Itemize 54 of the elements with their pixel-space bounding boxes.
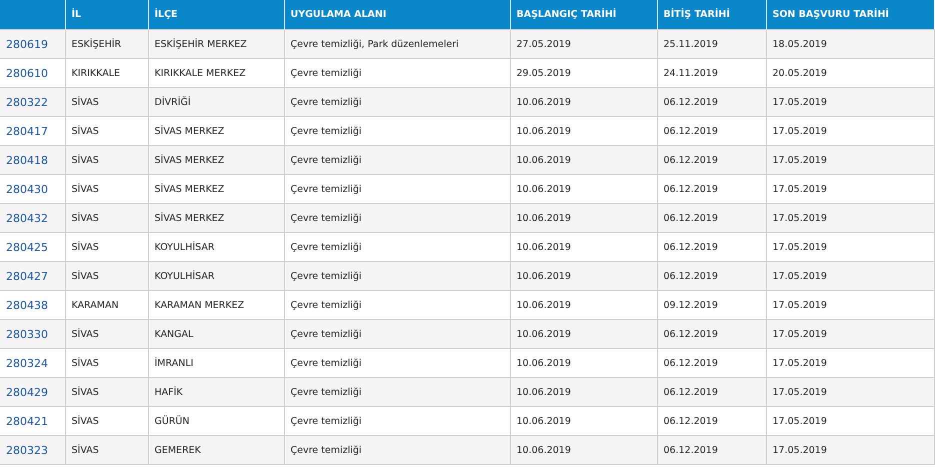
table-cell: 06.12.2019 — [657, 320, 766, 348]
table-cell: Çevre temizliği — [284, 262, 510, 290]
table-cell: 17.05.2019 — [766, 204, 934, 232]
table-cell: SİVAS — [65, 204, 148, 232]
table-cell: SİVAS — [65, 262, 148, 290]
table-cell: 10.06.2019 — [510, 262, 657, 290]
table-cell: Çevre temizliği — [284, 378, 510, 406]
table-cell: SİVAS — [65, 320, 148, 348]
column-header: SON BAŞVURU TARİHİ — [766, 0, 934, 30]
table-cell: Çevre temizliği — [284, 320, 510, 348]
table-cell: Çevre temizliği — [284, 436, 510, 464]
table-cell: 06.12.2019 — [657, 378, 766, 406]
table-cell: 06.12.2019 — [657, 436, 766, 464]
column-header: BİTİŞ TARİHİ — [657, 0, 766, 30]
table-cell: 17.05.2019 — [766, 146, 934, 174]
table-cell: 10.06.2019 — [510, 88, 657, 116]
column-header: İL — [65, 0, 148, 30]
table-cell: Çevre temizliği — [284, 146, 510, 174]
table-cell: KANGAL — [148, 320, 284, 348]
table-cell: KOYULHİSAR — [148, 262, 284, 290]
table-cell: ESKİŞEHİR MERKEZ — [148, 30, 284, 58]
table-cell: SİVAS — [65, 146, 148, 174]
column-header: UYGULAMA ALANI — [284, 0, 510, 30]
column-header: İLÇE — [148, 0, 284, 30]
table-cell: 17.05.2019 — [766, 436, 934, 464]
column-header: BAŞLANGIÇ TARİHİ — [510, 0, 657, 30]
table-cell: Çevre temizliği — [284, 204, 510, 232]
table-cell: 10.06.2019 — [510, 204, 657, 232]
table-cell: 17.05.2019 — [766, 262, 934, 290]
table-cell: 10.06.2019 — [510, 146, 657, 174]
table-cell: 18.05.2019 — [766, 30, 934, 58]
table-cell: Çevre temizliği, Park düzenlemeleri — [284, 30, 510, 58]
table-cell: SİVAS MERKEZ — [148, 204, 284, 232]
table-cell: 06.12.2019 — [657, 88, 766, 116]
table-cell: ESKİŞEHİR — [65, 30, 148, 58]
table-cell: 25.11.2019 — [657, 30, 766, 58]
table-cell: Çevre temizliği — [284, 88, 510, 116]
table-cell: SİVAS — [65, 88, 148, 116]
table-cell: HAFİK — [148, 378, 284, 406]
table-cell: 17.05.2019 — [766, 378, 934, 406]
table-cell: GEMEREK — [148, 436, 284, 464]
table-cell: 27.05.2019 — [510, 30, 657, 58]
table-cell: 17.05.2019 — [766, 88, 934, 116]
table-cell: SİVAS — [65, 378, 148, 406]
table-cell: DİVRİĞİ — [148, 88, 284, 116]
table-cell: 06.12.2019 — [657, 262, 766, 290]
table-cell: 10.06.2019 — [510, 436, 657, 464]
table-cell: 10.06.2019 — [510, 320, 657, 348]
table-cell: 10.06.2019 — [510, 378, 657, 406]
table-cell: 06.12.2019 — [657, 204, 766, 232]
table-cell: 17.05.2019 — [766, 320, 934, 348]
table-cell: 06.12.2019 — [657, 146, 766, 174]
table-cell: SİVAS — [65, 436, 148, 464]
table-cell: SİVAS MERKEZ — [148, 146, 284, 174]
